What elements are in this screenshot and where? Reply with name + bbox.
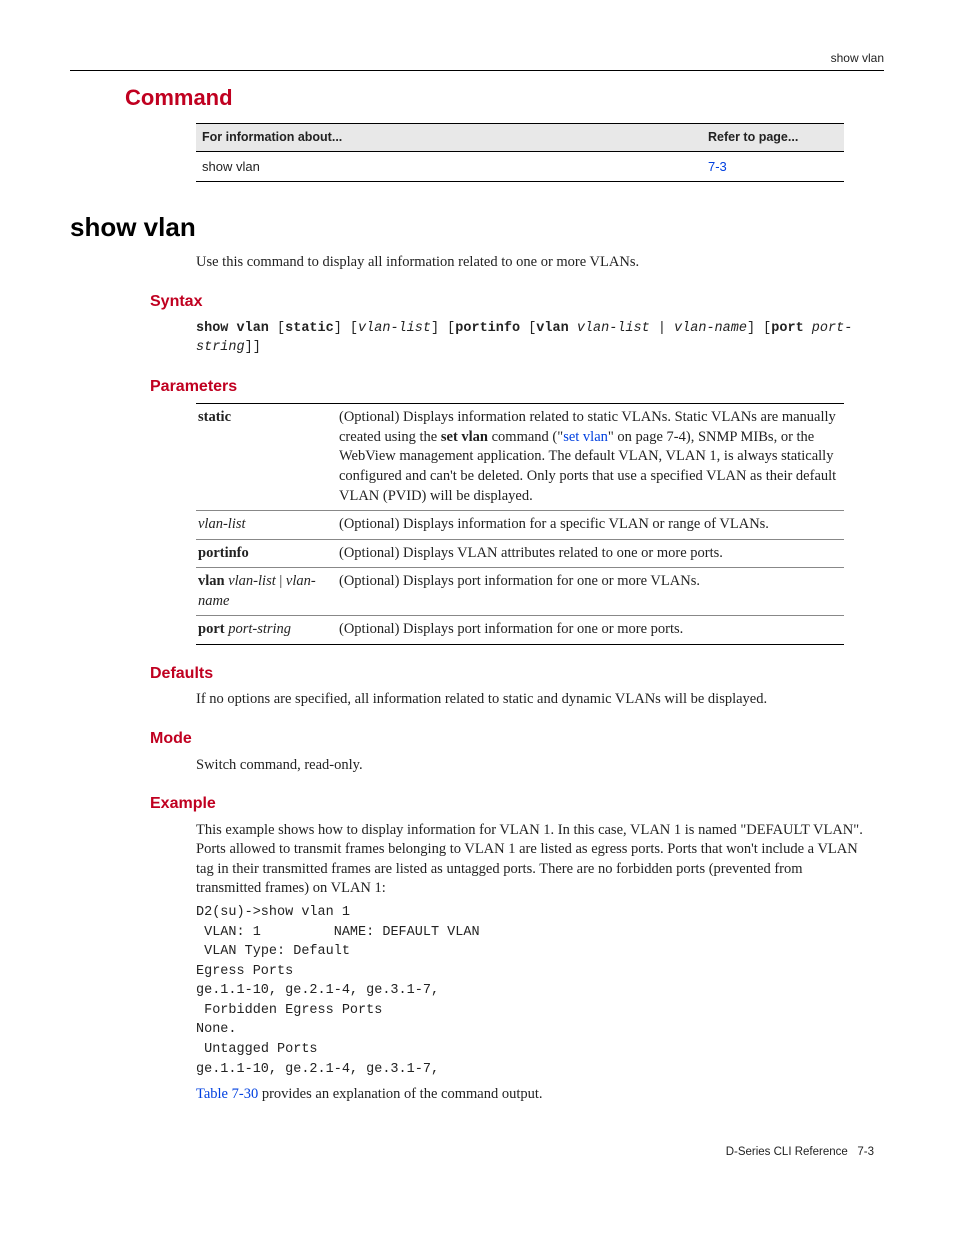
- info-td-page-link[interactable]: 7-3: [708, 158, 838, 176]
- syntax-text: ]]: [245, 340, 261, 355]
- param-text: command (": [488, 429, 563, 445]
- param-desc: (Optional) Displays VLAN attributes rela…: [339, 544, 842, 564]
- syntax-text: |: [650, 321, 674, 336]
- info-th-page: Refer to page...: [708, 129, 838, 146]
- param-row: vlan-list (Optional) Displays informatio…: [196, 511, 844, 540]
- param-name: vlan-list: [198, 515, 339, 535]
- syntax-arg: vlan-name: [674, 321, 747, 336]
- param-row: static (Optional) Displays information r…: [196, 404, 844, 511]
- syntax-text: [: [520, 321, 536, 336]
- parameters-heading: Parameters: [150, 376, 884, 398]
- example-intro: This example shows how to display inform…: [196, 821, 864, 899]
- section-title: Command: [125, 83, 884, 113]
- info-th-about: For information about...: [202, 129, 708, 146]
- param-link[interactable]: set vlan: [563, 429, 608, 445]
- footer-doc: D-Series CLI Reference: [726, 1146, 848, 1158]
- mode-text: Switch command, read-only.: [196, 756, 864, 776]
- param-arg: port-string: [225, 621, 291, 637]
- param-kw: vlan: [198, 573, 225, 589]
- command-title: show vlan: [70, 210, 884, 245]
- info-table: For information about... Refer to page..…: [196, 123, 844, 182]
- info-td-about: show vlan: [202, 158, 708, 176]
- param-desc: (Optional) Displays information for a sp…: [339, 515, 842, 535]
- table-link[interactable]: Table 7-30: [196, 1086, 258, 1102]
- syntax-kw: port: [771, 321, 803, 336]
- param-row: portinfo (Optional) Displays VLAN attrib…: [196, 540, 844, 569]
- example-heading: Example: [150, 793, 884, 815]
- page-footer: D-Series CLI Reference 7-3: [70, 1145, 884, 1161]
- example-code: D2(su)->show vlan 1 VLAN: 1 NAME: DEFAUL…: [196, 903, 864, 1079]
- info-table-row: show vlan 7-3: [196, 152, 844, 182]
- page-header-right: show vlan: [70, 50, 884, 66]
- parameters-table: static (Optional) Displays information r…: [196, 403, 844, 645]
- info-table-header: For information about... Refer to page..…: [196, 124, 844, 152]
- param-name: port port-string: [198, 620, 339, 640]
- syntax-text: [804, 321, 812, 336]
- syntax-text: ] [: [334, 321, 358, 336]
- param-name: portinfo: [198, 544, 339, 564]
- param-desc: (Optional) Displays information related …: [339, 408, 842, 506]
- param-desc: (Optional) Displays port information for…: [339, 620, 842, 640]
- command-intro: Use this command to display all informat…: [196, 253, 864, 273]
- syntax-text: [569, 321, 577, 336]
- syntax-kw: vlan: [536, 321, 568, 336]
- defaults-text: If no options are specified, all informa…: [196, 690, 864, 710]
- syntax-kw: show vlan: [196, 321, 269, 336]
- syntax-kw: static: [285, 321, 334, 336]
- syntax-text: [: [269, 321, 285, 336]
- param-row: vlan vlan-list | vlan-name (Optional) Di…: [196, 568, 844, 616]
- syntax-heading: Syntax: [150, 291, 884, 313]
- syntax-kw: portinfo: [455, 321, 520, 336]
- syntax-block: show vlan [static] [vlan-list] [portinfo…: [196, 319, 864, 358]
- header-rule: [70, 70, 884, 71]
- footer-page: 7-3: [857, 1146, 874, 1158]
- param-desc: (Optional) Displays port information for…: [339, 572, 842, 611]
- defaults-heading: Defaults: [150, 663, 884, 685]
- param-bold: set vlan: [441, 429, 488, 445]
- param-kw: port: [198, 621, 225, 637]
- param-row: port port-string (Optional) Displays por…: [196, 616, 844, 644]
- example-followup: Table 7-30 provides an explanation of th…: [196, 1085, 864, 1105]
- mode-heading: Mode: [150, 728, 884, 750]
- syntax-text: ] [: [431, 321, 455, 336]
- syntax-arg: vlan-list: [577, 321, 650, 336]
- followup-text: provides an explanation of the command o…: [258, 1086, 542, 1102]
- syntax-text: ] [: [747, 321, 771, 336]
- param-name: static: [198, 408, 339, 506]
- param-name: vlan vlan-list | vlan-name: [198, 572, 339, 611]
- syntax-arg: vlan-list: [358, 321, 431, 336]
- param-arg: vlan-list: [225, 573, 280, 589]
